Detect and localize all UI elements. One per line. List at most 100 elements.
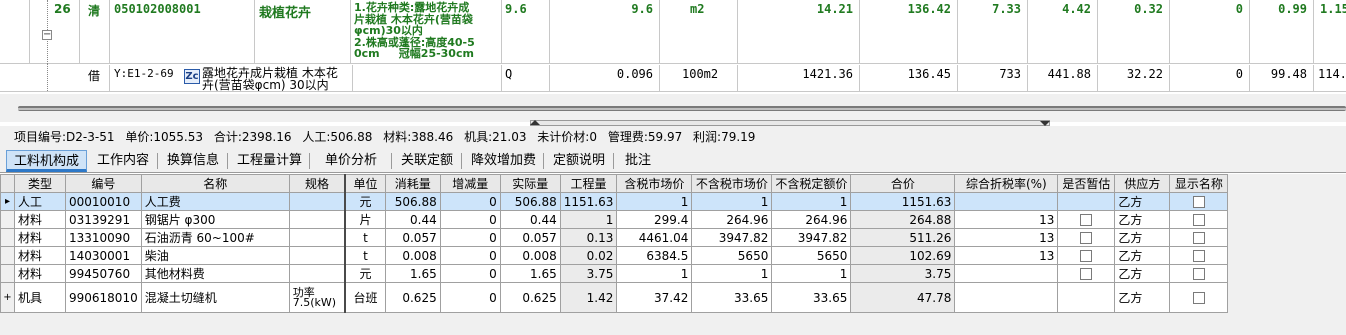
col-consume[interactable]: 消耗量: [384, 174, 441, 193]
cell-notax-price[interactable]: 1: [691, 264, 773, 283]
cell-name[interactable]: 柴油: [140, 246, 290, 265]
show-name-checkbox[interactable]: [1192, 292, 1205, 304]
cell-rate[interactable]: 13: [954, 246, 1059, 265]
cell-unit[interactable]: 元: [344, 192, 386, 211]
cell-qty[interactable]: 3.75: [559, 264, 618, 283]
tab-related-quota[interactable]: 关联定额: [394, 150, 460, 172]
cell-supplier[interactable]: 乙方: [1114, 246, 1171, 265]
cell-code[interactable]: 990618010: [65, 282, 142, 313]
cell-spec[interactable]: [288, 210, 346, 229]
table-row[interactable]: 材料 14030001 柴油 t 0.008 0 0.008 0.02 6384.5 5650 56…: [0, 246, 1229, 265]
col-estimate[interactable]: 是否暂估: [1057, 174, 1116, 193]
col-tax-market-price[interactable]: 含税市场价: [616, 174, 693, 193]
cell-notax-price[interactable]: 264.96: [691, 210, 773, 229]
cell-name[interactable]: 其他材料费: [140, 264, 290, 283]
cell-delta[interactable]: 0: [439, 246, 501, 265]
cell-actual[interactable]: 0.008: [499, 246, 561, 265]
cell-tax-price[interactable]: 4461.04: [616, 228, 693, 247]
col-tax-rate[interactable]: 综合折税率(%): [954, 174, 1059, 193]
row-indicator[interactable]: [0, 246, 15, 265]
cell-delta[interactable]: 0: [439, 228, 501, 247]
tree-collapse-icon[interactable]: −: [42, 30, 52, 40]
col-quantity[interactable]: 工程量: [559, 174, 618, 193]
row-indicator[interactable]: [0, 210, 15, 229]
horizontal-scrollbar[interactable]: [0, 94, 1346, 122]
cell-rate[interactable]: [954, 282, 1059, 313]
col-spec[interactable]: 规格: [288, 174, 346, 193]
cell-actual[interactable]: 0.625: [499, 282, 561, 313]
estimate-checkbox[interactable]: [1080, 214, 1093, 226]
row-indicator[interactable]: [0, 264, 15, 283]
table-row[interactable]: 材料 99450760 其他材料费元 1.65 0 1.65 3.75 1 1 1 3.75 乙方: [0, 264, 1229, 283]
cell-name[interactable]: 人工费: [140, 192, 290, 211]
cell-unit[interactable]: 片: [344, 210, 386, 229]
cell-consume[interactable]: 0.008: [384, 246, 441, 265]
cell-tax-price[interactable]: 299.4: [616, 210, 693, 229]
cell-notax-quota[interactable]: 1: [771, 192, 852, 211]
cell-actual[interactable]: 0.057: [499, 228, 561, 247]
cell-notax-quota[interactable]: 264.96: [771, 210, 852, 229]
cell-spec[interactable]: 功率 7.5(kW): [288, 282, 346, 313]
cell-total[interactable]: 511.26: [850, 228, 956, 247]
table-row[interactable]: ▸ 人工 00010010 人工费元 506.88 0 506.88 1151.63 1 1 1 11…: [0, 192, 1229, 211]
cell-qty[interactable]: 1.42: [559, 282, 618, 313]
cell-qty[interactable]: 0.13: [559, 228, 618, 247]
cell-total[interactable]: 102.69: [850, 246, 956, 265]
cell-notax-quota[interactable]: 33.65: [771, 282, 852, 313]
cell-notax-price[interactable]: 3947.82: [691, 228, 773, 247]
show-name-checkbox[interactable]: [1192, 268, 1205, 280]
row-indicator[interactable]: +: [0, 282, 15, 313]
col-notax-quota-price[interactable]: 不含税定额价: [771, 174, 852, 193]
cell-unit[interactable]: 元: [344, 264, 386, 283]
table-row[interactable]: + 机具 990618010 混凝土切缝机 功率 7.5(kW) 台班 0.625 0 0.62…: [0, 282, 1229, 313]
cell-qty[interactable]: 0.02: [559, 246, 618, 265]
row-indicator[interactable]: ▸: [0, 192, 15, 211]
tab-conversion-info[interactable]: 换算信息: [160, 150, 226, 172]
cell-spec[interactable]: [288, 228, 346, 247]
cell-name[interactable]: 钢锯片 φ300: [140, 210, 290, 229]
cell-notax-quota[interactable]: 5650: [771, 246, 852, 265]
cell-actual[interactable]: 1.65: [499, 264, 561, 283]
cell-actual[interactable]: 506.88: [499, 192, 561, 211]
cell-code[interactable]: 13310090: [65, 228, 142, 247]
cell-supplier[interactable]: 乙方: [1114, 264, 1171, 283]
cell-delta[interactable]: 0: [439, 192, 501, 211]
show-name-checkbox[interactable]: [1192, 214, 1205, 226]
cell-notax-price[interactable]: 1: [691, 192, 773, 211]
cell-tax-price[interactable]: 6384.5: [616, 246, 693, 265]
expand-up-icon[interactable]: [530, 120, 540, 125]
show-name-checkbox[interactable]: [1192, 196, 1205, 208]
cell-actual[interactable]: 0.44: [499, 210, 561, 229]
cell-total[interactable]: 1151.63: [850, 192, 956, 211]
col-actual[interactable]: 实际量: [499, 174, 561, 193]
cell-tax-price[interactable]: 1: [616, 192, 693, 211]
cell-unit[interactable]: t: [344, 246, 386, 265]
cell-tax-price[interactable]: 1: [616, 264, 693, 283]
cell-total[interactable]: 3.75: [850, 264, 956, 283]
show-name-checkbox[interactable]: [1192, 250, 1205, 262]
cell-supplier[interactable]: 乙方: [1114, 210, 1171, 229]
cell-qty[interactable]: 1151.63: [559, 192, 618, 211]
cell-consume[interactable]: 0.057: [384, 228, 441, 247]
show-name-checkbox[interactable]: [1192, 232, 1205, 244]
cell-unit[interactable]: t: [344, 228, 386, 247]
cell-total[interactable]: 47.78: [850, 282, 956, 313]
table-row[interactable]: 材料 13310090 石油沥青 60~100# t 0.057 0 0.057 0.13 44…: [0, 228, 1229, 247]
tab-efficiency-fee[interactable]: 降效增加费: [464, 150, 543, 172]
cell-delta[interactable]: 0: [439, 210, 501, 229]
cell-qty[interactable]: 1: [559, 210, 618, 229]
cell-spec[interactable]: [288, 246, 346, 265]
cell-type[interactable]: 材料: [14, 210, 66, 229]
col-type[interactable]: 类型: [14, 174, 66, 193]
cell-code[interactable]: 00010010: [65, 192, 142, 211]
cell-rate[interactable]: [954, 264, 1059, 283]
cell-type[interactable]: 材料: [14, 264, 66, 283]
cell-total[interactable]: 264.88: [850, 210, 956, 229]
cell-rate[interactable]: 13: [954, 228, 1059, 247]
cell-notax-quota[interactable]: 1: [771, 264, 852, 283]
cell-tax-price[interactable]: 37.42: [616, 282, 693, 313]
cell-type[interactable]: 人工: [14, 192, 66, 211]
estimate-checkbox[interactable]: [1080, 232, 1093, 244]
cell-notax-quota[interactable]: 3947.82: [771, 228, 852, 247]
col-supplier[interactable]: 供应方: [1114, 174, 1171, 193]
